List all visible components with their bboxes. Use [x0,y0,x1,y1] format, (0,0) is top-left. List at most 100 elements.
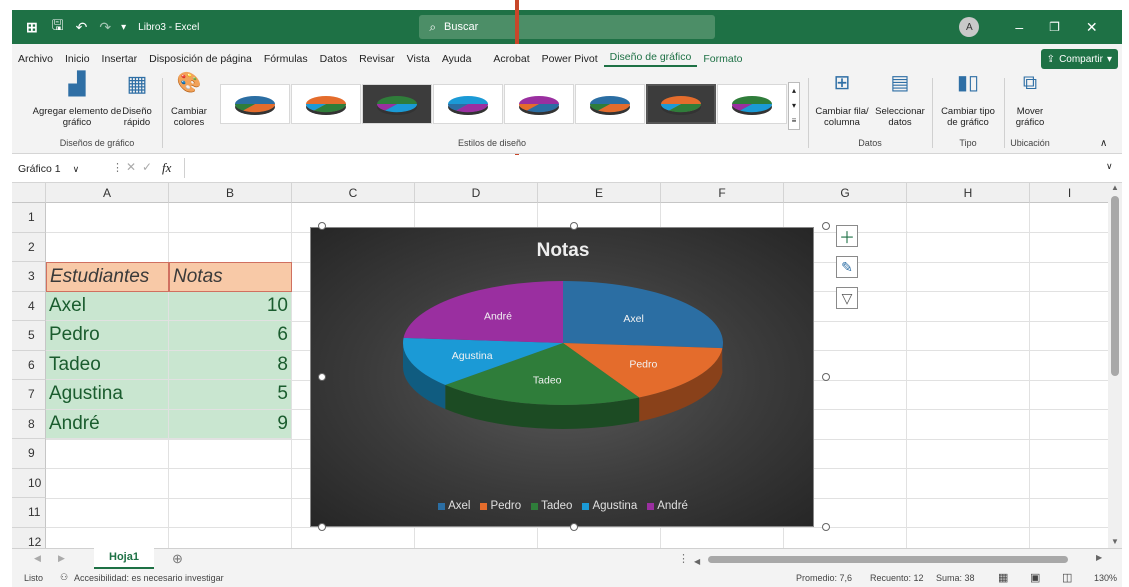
chart-styles-button[interactable]: ✎ [836,256,858,278]
page-break-icon[interactable]: ◫ [1062,571,1072,584]
scroll-right-icon[interactable]: ▶ [1096,553,1102,562]
column-header-h[interactable]: H [907,183,1030,203]
menu-formato[interactable]: Formato [697,53,748,65]
menu-diseno-grafico[interactable]: Diseño de gráfico [603,51,698,67]
close-icon[interactable]: ✕ [1086,19,1098,36]
resize-handle[interactable] [822,222,830,230]
menu-disposicion[interactable]: Disposición de página [143,53,258,65]
change-colors-button[interactable]: 🎨 Cambiar colores [166,73,212,128]
table-header-notas[interactable]: Notas [169,262,292,292]
change-chart-type-button[interactable]: ▮▯ Cambiar tipo de gráfico [936,73,1000,128]
prev-sheet-icon[interactable]: ◀ [34,553,41,564]
accessibility-status[interactable]: Accesibilidad: es necesario investigar [74,573,224,583]
row-header[interactable]: 8 [12,409,46,439]
grade-cell[interactable]: 8 [169,350,292,380]
resize-handle[interactable] [318,523,326,531]
resize-handle[interactable] [318,373,326,381]
column-header-c[interactable]: C [292,183,415,203]
menu-revisar[interactable]: Revisar [353,53,401,65]
page-layout-icon[interactable]: ▣ [1030,571,1040,584]
column-header-d[interactable]: D [415,183,538,203]
scroll-thumb[interactable] [1111,196,1119,376]
move-chart-button[interactable]: ⧉ Mover gráfico [1008,73,1052,128]
grade-cell[interactable]: 9 [169,409,292,439]
row-header[interactable]: 6 [12,350,46,380]
menu-power-pivot[interactable]: Power Pivot [536,53,604,65]
resize-handle[interactable] [822,523,830,531]
table-header-estudiantes[interactable]: Estudiantes [46,262,169,292]
redo-icon[interactable]: ↷ [99,19,111,36]
menu-archivo[interactable]: Archivo [12,53,59,65]
grade-cell[interactable]: 5 [169,380,292,410]
minimize-icon[interactable]: – [1015,19,1023,35]
accessibility-icon[interactable]: ⚇ [60,572,68,583]
pie-chart[interactable]: Notas Axel Pedro Tadeo Agustina André Axel Pe… [310,227,814,527]
cancel-icon[interactable]: ✕ [126,160,136,174]
legend-item[interactable]: Axel [438,500,470,512]
column-header-e[interactable]: E [538,183,661,203]
legend-item[interactable]: Tadeo [531,500,572,512]
chart-style-thumbnail[interactable] [220,84,290,124]
share-button[interactable]: ⇪ Compartir ▾ [1040,49,1118,69]
legend-item[interactable]: Agustina [582,500,637,512]
row-header[interactable]: 5 [12,321,46,351]
vertical-scrollbar[interactable]: ▲ ▼ [1108,183,1122,548]
chart-elements-button[interactable]: ＋ [836,225,858,247]
resize-handle[interactable] [570,523,578,531]
column-header-b[interactable]: B [169,183,292,203]
resize-handle[interactable] [822,373,830,381]
chart-filters-button[interactable]: ▽ [836,287,858,309]
gallery-scroll[interactable]: ▴ ▾ ≡ [788,82,800,130]
row-header[interactable]: 12 [12,527,46,548]
student-name-cell[interactable]: Agustina [46,380,169,410]
column-header-g[interactable]: G [784,183,907,203]
collapse-ribbon-icon[interactable]: ∧ [1100,138,1107,149]
column-header-a[interactable]: A [46,183,169,203]
scroll-left-icon[interactable]: ◀ [694,557,700,566]
grade-cell[interactable]: 10 [169,291,292,321]
row-header[interactable]: 10 [12,468,46,498]
resize-handle[interactable] [318,222,326,230]
student-name-cell[interactable]: André [46,409,169,439]
menu-formulas[interactable]: Fórmulas [258,53,314,65]
horizontal-scrollbar[interactable]: ◀ [694,555,1084,566]
chart-style-thumbnail[interactable] [291,84,361,124]
next-sheet-icon[interactable]: ▶ [58,553,65,564]
resize-handle[interactable] [570,222,578,230]
formula-input[interactable] [184,158,1104,178]
expand-formula-icon[interactable]: ∨ [1106,161,1113,172]
add-sheet-icon[interactable]: ⊕ [172,551,183,567]
quick-layout-button[interactable]: ▦ Diseño rápido [116,73,158,129]
add-chart-element-button[interactable]: ▟ Agregar elemento de gráfico [32,73,122,129]
menu-vista[interactable]: Vista [401,53,436,65]
menu-insertar[interactable]: Insertar [96,53,144,65]
student-name-cell[interactable]: Pedro [46,321,169,351]
save-icon[interactable]: 🖫 [52,15,64,39]
chart-style-thumbnail[interactable] [433,84,503,124]
enter-icon[interactable]: ✓ [142,160,152,174]
chart-style-thumbnail[interactable] [717,84,787,124]
sheet-tab-hoja1[interactable]: Hoja1 [94,548,154,569]
scroll-down-icon[interactable]: ▼ [1108,537,1122,546]
row-header[interactable]: 11 [12,498,46,528]
customize-qat-icon[interactable]: ▾ [121,22,126,33]
chart-style-thumbnail[interactable] [646,84,716,124]
chart-style-thumbnail[interactable] [504,84,574,124]
zoom-level[interactable]: 130% [1094,573,1117,583]
switch-row-column-button[interactable]: ⊞ Cambiar fila/ columna [812,73,872,128]
search-box[interactable]: ⌕ Buscar [419,15,716,39]
row-header[interactable]: 2 [12,232,46,262]
chart-legend[interactable]: Axel Pedro Tadeo Agustina André [311,500,815,512]
column-header-f[interactable]: F [661,183,784,203]
restore-icon[interactable]: ❐ [1049,20,1060,34]
menu-ayuda[interactable]: Ayuda [436,53,478,65]
avatar[interactable]: A [959,17,980,37]
scroll-up-icon[interactable]: ▲ [1108,183,1122,192]
name-box[interactable]: Gráfico 1 ∨ [18,160,98,178]
grade-cell[interactable]: 6 [169,321,292,351]
normal-view-icon[interactable]: ▦ [998,571,1008,584]
select-data-button[interactable]: ▤ Seleccionar datos [872,73,928,128]
legend-item[interactable]: André [647,500,688,512]
undo-icon[interactable]: ↶ [76,19,88,36]
menu-inicio[interactable]: Inicio [59,53,96,65]
